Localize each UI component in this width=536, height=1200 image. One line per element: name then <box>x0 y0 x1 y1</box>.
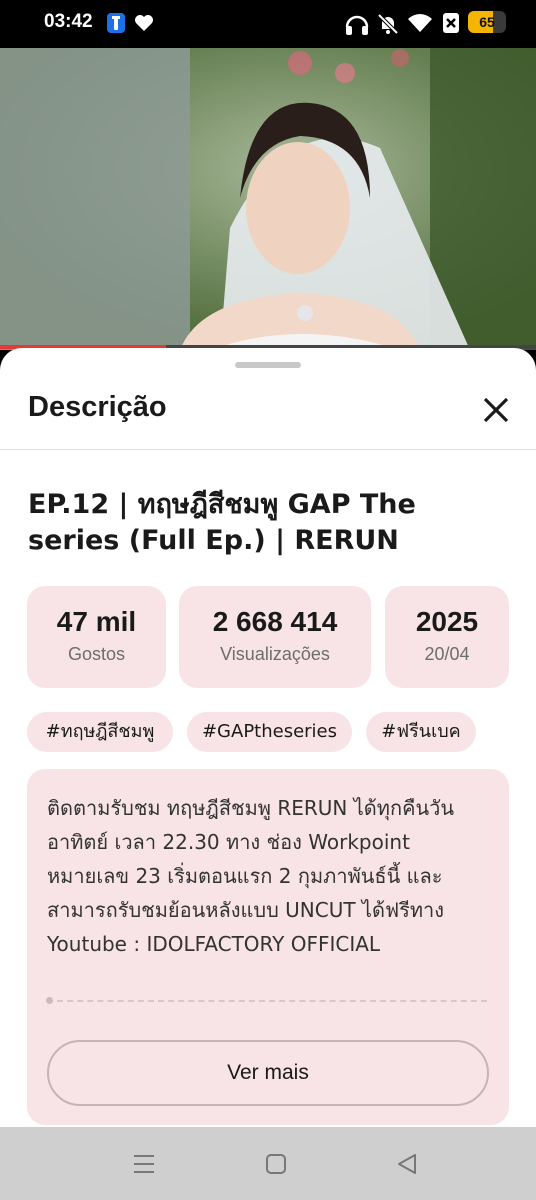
separator-dashes <box>47 1000 487 1002</box>
status-bar: 03:42 65 <box>0 0 536 48</box>
status-time: 03:42 <box>44 11 93 32</box>
video-title: EP.12 | ทฤษฎีสีชมพู GAP The series (Full… <box>28 489 416 556</box>
upload-date: 20/04 <box>424 644 470 664</box>
views-count: 2 668 414 <box>212 606 338 637</box>
headphones-icon <box>345 15 369 35</box>
hashtag-link[interactable]: #GAPtheseries <box>187 712 352 752</box>
wifi-icon <box>408 14 432 32</box>
description-box: ติดตามรับชม ทฤษฎีสีชมพู RERUN ได้ทุกคืนว… <box>27 769 509 1125</box>
show-more-button[interactable]: Ver mais <box>47 1040 489 1106</box>
sheet-title: Descrição <box>28 391 167 423</box>
likes-label: Gostos <box>67 644 126 664</box>
description-sheet: Descrição EP.12 | ทฤษฎีสีชมพู GAP The se… <box>0 348 536 1128</box>
key-app-icon <box>107 13 125 33</box>
home-square-icon <box>266 1154 286 1174</box>
video-player[interactable] <box>0 48 536 350</box>
separator-dot <box>46 997 53 1004</box>
views-stat: 2 668 414 Visualizações <box>179 586 371 688</box>
sim-x-icon <box>443 13 459 33</box>
back-button[interactable] <box>392 1149 422 1179</box>
description-text: ติดตามรับชม ทฤษฎีสีชมพู RERUN ได้ทุกคืนว… <box>47 796 455 956</box>
views-label: Visualizações <box>220 644 330 664</box>
back-triangle-icon <box>398 1154 416 1174</box>
battery-icon: 65 <box>468 11 506 33</box>
hashtag-link[interactable]: #ฟรีนเบค <box>366 712 476 752</box>
divider <box>0 449 536 450</box>
drag-handle[interactable] <box>235 362 301 368</box>
menu-icon <box>134 1155 154 1173</box>
video-frame-image <box>0 48 536 350</box>
system-nav-bar <box>0 1127 536 1200</box>
upload-year: 2025 <box>415 606 479 637</box>
battery-level: 65 <box>479 14 495 30</box>
home-button[interactable] <box>261 1149 291 1179</box>
heart-icon <box>135 15 153 31</box>
likes-count: 47 mil <box>56 606 137 637</box>
close-button[interactable] <box>478 392 514 428</box>
close-icon <box>483 397 509 423</box>
date-stat: 2025 20/04 <box>385 586 509 688</box>
hashtag-link[interactable]: #ทฤษฎีสีชมพู <box>27 712 173 752</box>
likes-stat: 47 mil Gostos <box>27 586 166 688</box>
bell-muted-icon <box>377 13 399 35</box>
recent-apps-button[interactable] <box>129 1149 159 1179</box>
